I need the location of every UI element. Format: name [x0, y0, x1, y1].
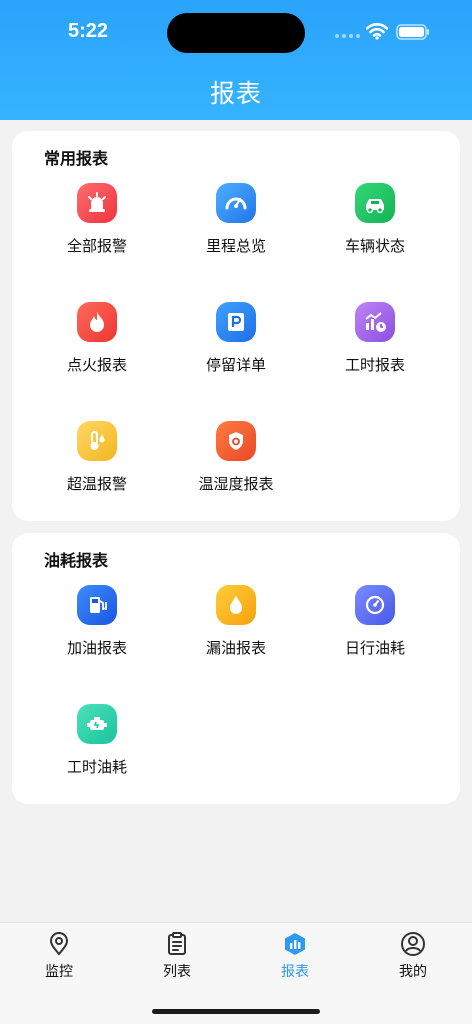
- report-item-label: 温湿度报表: [198, 475, 274, 493]
- report-item-mileage[interactable]: 里程总览: [161, 183, 311, 273]
- report-item-label: 超温报警: [66, 475, 127, 493]
- dynamic-island: [167, 13, 305, 53]
- fuel-pump-icon: [77, 585, 117, 625]
- common-reports-card: 常用报表 全部报警 里程总览 车辆状态 点火报表 停留详单 工时报表 超温报警 …: [12, 131, 460, 521]
- report-item-daily-fuel[interactable]: 日行油耗: [300, 585, 450, 675]
- report-item-over-temp[interactable]: 超温报警: [22, 421, 172, 511]
- report-item-refuel[interactable]: 加油报表: [22, 585, 172, 675]
- thermometer-icon: [77, 421, 117, 461]
- gauge-icon: [355, 585, 395, 625]
- chart-clock-icon: [355, 302, 395, 342]
- report-item-vehicle-status[interactable]: 车辆状态: [300, 183, 450, 273]
- report-item-label: 停留详单: [205, 356, 266, 374]
- tab-list[interactable]: 列表: [118, 931, 236, 983]
- tab-label: 我的: [399, 964, 427, 980]
- battery-icon: [396, 24, 429, 40]
- home-indicator[interactable]: [152, 1009, 320, 1014]
- car-icon: [355, 183, 395, 223]
- header: 5:22 报表: [0, 0, 472, 120]
- tab-mine[interactable]: 我的: [354, 931, 472, 983]
- tab-label: 报表: [281, 964, 309, 980]
- report-item-label: 点火报表: [66, 356, 127, 374]
- shield-temperature-icon: [216, 421, 256, 461]
- report-item-ignition[interactable]: 点火报表: [22, 302, 172, 392]
- report-item-work-hour-fuel[interactable]: 工时油耗: [22, 704, 172, 794]
- flame-icon: [77, 302, 117, 342]
- tab-monitor[interactable]: 监控: [0, 931, 118, 983]
- oil-drop-icon: [216, 585, 256, 625]
- tab-label: 列表: [163, 964, 191, 980]
- signal-icon: [335, 34, 360, 38]
- tab-label: 监控: [45, 964, 73, 980]
- report-item-label: 全部报警: [66, 237, 127, 255]
- alarm-light-icon: [77, 183, 117, 223]
- report-item-label: 加油报表: [66, 639, 127, 657]
- report-hexagon-icon: [285, 933, 305, 955]
- report-item-temp-humidity[interactable]: 温湿度报表: [161, 421, 311, 511]
- parking-icon: [216, 302, 256, 342]
- clipboard-icon: [168, 932, 186, 955]
- report-item-stay-detail[interactable]: 停留详单: [161, 302, 311, 392]
- report-item-label: 工时油耗: [66, 758, 127, 776]
- report-item-work-hours[interactable]: 工时报表: [300, 302, 450, 392]
- status-time: 5:22: [68, 20, 109, 42]
- report-item-oil-leak[interactable]: 漏油报表: [161, 585, 311, 675]
- section-title: 常用报表: [44, 149, 109, 168]
- report-item-all-alarms[interactable]: 全部报警: [22, 183, 172, 273]
- wifi-icon: [366, 23, 388, 40]
- location-pin-icon: [49, 932, 69, 956]
- user-circle-icon: [401, 932, 425, 956]
- page-title: 报表: [209, 79, 262, 108]
- report-item-label: 漏油报表: [205, 639, 266, 657]
- report-item-label: 里程总览: [205, 237, 266, 255]
- speedometer-icon: [216, 183, 256, 223]
- report-item-label: 工时报表: [344, 356, 405, 374]
- section-title: 油耗报表: [44, 551, 109, 570]
- tab-reports[interactable]: 报表: [236, 931, 354, 983]
- fuel-reports-card: 油耗报表 加油报表 漏油报表 日行油耗 工时油耗: [12, 533, 460, 804]
- report-item-label: 车辆状态: [344, 237, 405, 255]
- engine-icon: [77, 704, 117, 744]
- report-item-label: 日行油耗: [344, 639, 405, 657]
- tab-bar: 监控 列表 报表 我的: [0, 922, 472, 1024]
